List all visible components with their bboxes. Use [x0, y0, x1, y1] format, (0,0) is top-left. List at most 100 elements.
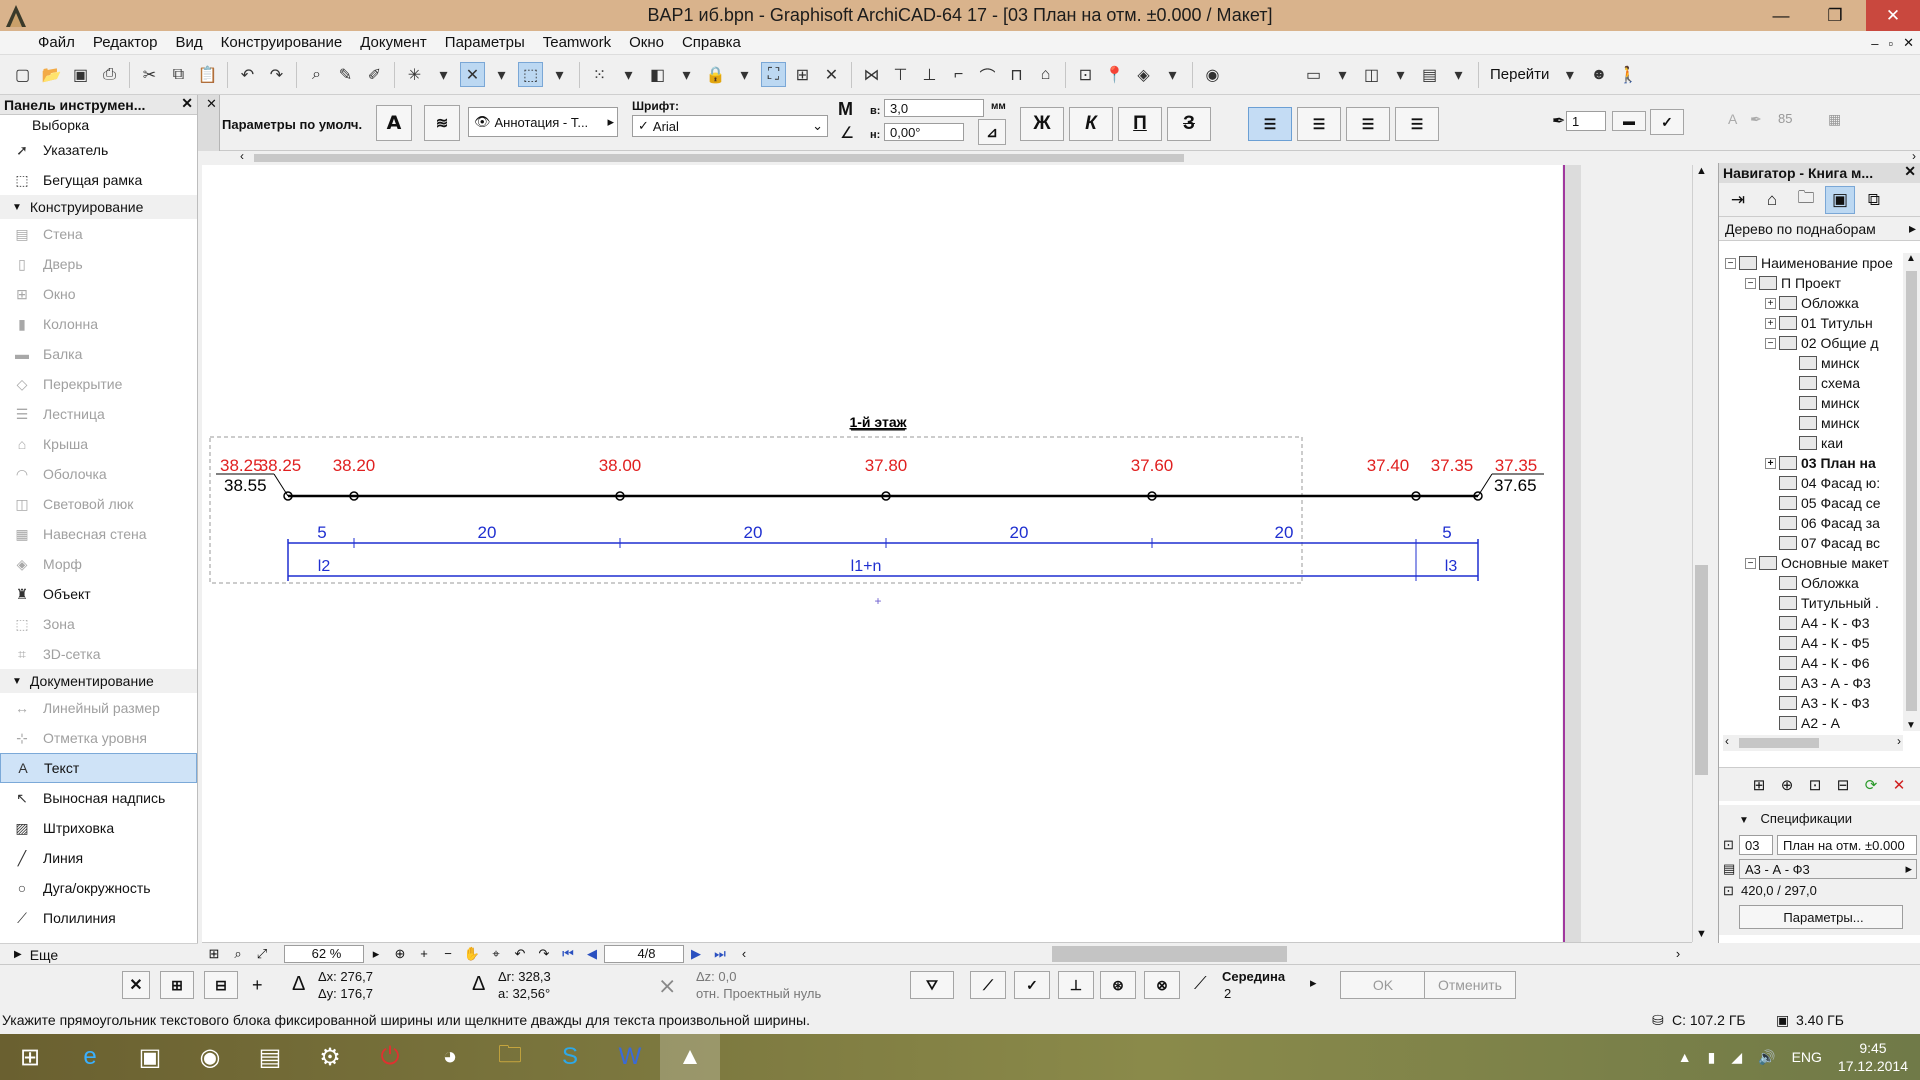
- gravity-icon[interactable]: ✳: [402, 62, 427, 87]
- print-icon[interactable]: ⎙: [97, 62, 122, 87]
- folder-icon[interactable]: 🗀: [1791, 186, 1821, 214]
- tree-item[interactable]: + Обложка: [1723, 293, 1903, 313]
- signal-icon[interactable]: ◢: [1731, 1049, 1742, 1066]
- tree-item[interactable]: +01 Титульн: [1723, 313, 1903, 333]
- magic-wand-icon[interactable]: ⬚: [518, 62, 543, 87]
- tool-documentation-6[interactable]: ○ Дуга/окружность: [0, 873, 197, 903]
- menu-options[interactable]: Параметры: [436, 31, 534, 55]
- dropdown-icon[interactable]: ▾: [431, 62, 456, 87]
- zoom-out-icon[interactable]: −: [436, 944, 460, 964]
- scroll-left-icon[interactable]: ‹: [1725, 734, 1729, 748]
- section-documentation[interactable]: ▼ Документирование: [0, 669, 197, 693]
- element-info-icon[interactable]: ⊡: [1073, 62, 1098, 87]
- tool-construction-4[interactable]: ▬ Балка: [0, 339, 197, 369]
- power-app-icon[interactable]: ⏻: [360, 1034, 420, 1080]
- dz-value[interactable]: Δz: 0,0: [696, 969, 736, 984]
- tree-item[interactable]: 05 Фасад се: [1723, 493, 1903, 513]
- dx-value[interactable]: Δx: 276,7: [318, 969, 373, 984]
- walk-icon[interactable]: 🚶: [1615, 62, 1640, 87]
- media-app-icon[interactable]: ◉: [180, 1034, 240, 1080]
- language-indicator[interactable]: ENG: [1792, 1049, 1822, 1065]
- new-folder-icon[interactable]: ⊟: [1831, 773, 1855, 797]
- pin-icon[interactable]: 📍: [1102, 62, 1127, 87]
- pen-input[interactable]: 1: [1566, 111, 1606, 131]
- close-button[interactable]: ✕: [1866, 0, 1920, 31]
- tool-construction-13[interactable]: ⬚ Зона: [0, 609, 197, 639]
- dropdown-icon[interactable]: ▾: [489, 62, 514, 87]
- layer-icon[interactable]: ≋: [424, 105, 460, 141]
- align-center-icon[interactable]: ☰: [1297, 107, 1341, 141]
- layers-icon[interactable]: ◧: [645, 62, 670, 87]
- zoom-in-area-icon[interactable]: ⊕: [388, 944, 412, 964]
- collapse-icon[interactable]: −: [1765, 337, 1776, 349]
- tool-documentation-3[interactable]: ↖ Выносная надпись: [0, 783, 197, 813]
- dropdown-icon[interactable]: ▾: [1330, 62, 1355, 87]
- tree-item[interactable]: А4 - К - Ф3: [1723, 613, 1903, 633]
- tree-item[interactable]: А3 - А - Ф3: [1723, 673, 1903, 693]
- layout-name-input[interactable]: План на отм. ±0.000: [1777, 835, 1917, 855]
- copy-icon[interactable]: ⧉: [166, 62, 191, 87]
- scroll-down-icon[interactable]: ▼: [1696, 928, 1707, 940]
- tool-construction-14[interactable]: ⌗ 3D-сетка: [0, 639, 197, 669]
- new-layout-icon[interactable]: ⊞: [1747, 773, 1771, 797]
- snap-guides-icon[interactable]: ✕: [460, 62, 485, 87]
- close-icon[interactable]: ✕: [206, 96, 217, 112]
- expand-icon[interactable]: +: [1765, 317, 1776, 329]
- grid-snap-icon[interactable]: ⁙: [587, 62, 612, 87]
- tool-pointer[interactable]: ➚ Указатель: [0, 135, 197, 165]
- spec-header[interactable]: ▼ Спецификации: [1739, 811, 1852, 826]
- angle-picker-icon[interactable]: ⊿: [978, 119, 1006, 145]
- size-input[interactable]: 3,0: [884, 99, 984, 117]
- tool-construction-8[interactable]: ◠ Оболочка: [0, 459, 197, 489]
- redo-icon[interactable]: ↷: [264, 62, 289, 87]
- maximize-button[interactable]: ❐: [1812, 0, 1858, 31]
- scroll-left-icon[interactable]: ‹: [732, 944, 756, 964]
- tree-item[interactable]: +03 План на: [1723, 453, 1903, 473]
- tool-marquee[interactable]: ⬚ Бегущая рамка: [0, 165, 197, 195]
- tree-item[interactable]: − 02 Общие д: [1723, 333, 1903, 353]
- chrome-icon[interactable]: ◕: [420, 1034, 480, 1080]
- fit-window-icon[interactable]: ⤢: [250, 944, 274, 964]
- scroll-up-icon[interactable]: ▲: [1696, 165, 1707, 177]
- fit-in-window-icon[interactable]: ⌖: [484, 944, 508, 964]
- dropdown-icon[interactable]: ▾: [1160, 62, 1185, 87]
- close-icon[interactable]: ✕: [1904, 163, 1916, 180]
- zoom-in-icon[interactable]: +: [412, 944, 436, 964]
- open-file-icon[interactable]: 📂: [39, 62, 64, 87]
- find-select-icon[interactable]: ⌕: [304, 62, 329, 87]
- dropdown-icon[interactable]: ▾: [616, 62, 641, 87]
- menu-document[interactable]: Документ: [351, 31, 436, 55]
- tool-construction-0[interactable]: ▤ Стена: [0, 219, 197, 249]
- tree-view-select[interactable]: Дерево по поднаборам ▸: [1719, 217, 1920, 241]
- parameters-button[interactable]: Параметры...: [1739, 905, 1903, 929]
- tree-item[interactable]: каи: [1723, 433, 1903, 453]
- tool-construction-10[interactable]: ▦ Навесная стена: [0, 519, 197, 549]
- collapse-icon[interactable]: −: [1745, 557, 1756, 569]
- mdi-minimize-button[interactable]: –: [1871, 36, 1878, 51]
- tool-construction-7[interactable]: ⌂ Крыша: [0, 429, 197, 459]
- scroll-down-icon[interactable]: ▼: [1906, 720, 1916, 731]
- clock[interactable]: 9:45 17.12.2014: [1838, 1039, 1908, 1075]
- render-icon[interactable]: ◈: [1131, 62, 1156, 87]
- fillet-icon[interactable]: ⌐: [946, 62, 971, 87]
- relative-icon[interactable]: ⊥: [1058, 971, 1094, 999]
- tool-documentation-7[interactable]: ⟋ Полилиния: [0, 903, 197, 933]
- drawing-svg[interactable]: 1-й этаж 38.2538.25 38.20 38.00 37.80 37.60 37…: [202, 165, 1562, 942]
- network-icon[interactable]: ▮: [1708, 1049, 1716, 1066]
- publisher-icon[interactable]: ⧉: [1859, 186, 1889, 214]
- view-map-icon[interactable]: ⌂: [1757, 186, 1787, 214]
- menu-design[interactable]: Конструирование: [212, 31, 352, 55]
- tool-documentation-1[interactable]: ⊹ Отметка уровня: [0, 723, 197, 753]
- reference-value[interactable]: отн. Проектный нуль: [696, 986, 821, 1001]
- new-master-icon[interactable]: ⊕: [1775, 773, 1799, 797]
- angle-input[interactable]: 0,00°: [884, 123, 964, 141]
- tool-construction-6[interactable]: ☰ Лестница: [0, 399, 197, 429]
- photo-app-icon[interactable]: ▣: [120, 1034, 180, 1080]
- new-file-icon[interactable]: ▢: [10, 62, 35, 87]
- update-icon[interactable]: ⟳: [1859, 773, 1883, 797]
- section-construction[interactable]: ▼ Конструирование: [0, 195, 197, 219]
- scroll-left-icon[interactable]: ‹: [240, 149, 244, 163]
- plus-icon[interactable]: +: [252, 975, 263, 996]
- tree-item[interactable]: минск: [1723, 353, 1903, 373]
- cancel-button[interactable]: Отменить: [1424, 971, 1516, 999]
